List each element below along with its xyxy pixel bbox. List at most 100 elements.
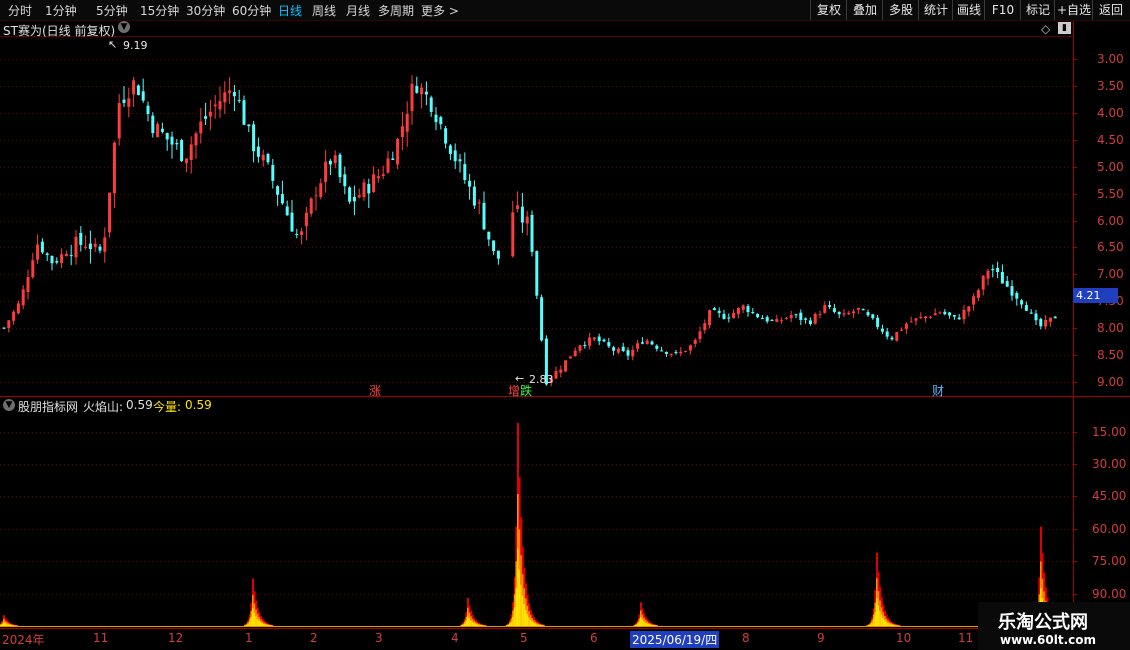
candle-body [189, 144, 193, 161]
low-price-label: 2.83 [529, 373, 554, 386]
candle-body [712, 308, 716, 311]
candle-body [463, 164, 467, 181]
candle-body [904, 323, 908, 329]
indicator-line2-value: 0.59 [185, 398, 212, 412]
candle-body [391, 158, 395, 160]
panel-frames [0, 21, 1130, 629]
x-label-6: 6 [590, 631, 598, 645]
candle-body [424, 91, 428, 95]
candle-body [928, 316, 932, 318]
x-label-3: 3 [375, 631, 383, 645]
candle-body [525, 216, 529, 224]
candle-body [271, 164, 275, 181]
candle-body [890, 337, 894, 340]
candle-body [314, 195, 318, 197]
candle-body [429, 97, 433, 112]
candle-body [213, 104, 217, 107]
candle-body [664, 351, 668, 354]
main-y-tick: 8.00 [1097, 320, 1124, 335]
candle-body [237, 100, 241, 102]
candle-body [1039, 318, 1043, 327]
candle-body [352, 196, 356, 202]
candle-body [559, 369, 563, 373]
candle-body [511, 212, 515, 257]
candle-body [141, 91, 145, 101]
candle-body [535, 251, 539, 296]
candle-body [170, 136, 174, 145]
x-label-8: 8 [742, 631, 750, 645]
candle-body [741, 305, 745, 310]
candle-body [132, 80, 136, 95]
candle-body [55, 261, 59, 263]
candle-body [909, 321, 913, 323]
candle-body [856, 307, 860, 310]
candle-body [477, 202, 481, 204]
candle-body [381, 174, 385, 176]
candle-body [16, 303, 20, 314]
candle-body [468, 180, 472, 187]
candle-body [1029, 312, 1033, 314]
candle-body [2, 327, 6, 329]
candle-body [439, 117, 443, 125]
high-price-label: 9.19 [123, 39, 148, 52]
candle-body [357, 195, 361, 198]
candle-body [832, 308, 836, 312]
candle-body [324, 161, 328, 182]
candle-body [914, 318, 918, 321]
collapse-icon[interactable]: ▼ [3, 399, 15, 411]
candle-body [136, 85, 140, 96]
candle-body [760, 318, 764, 320]
indicator-y-tick: 15.00 [1092, 424, 1127, 439]
event-marker-add[interactable]: 增 [508, 382, 520, 399]
main-y-tick: 4.50 [1097, 132, 1124, 147]
candle-body [684, 351, 688, 353]
candle-body [1010, 286, 1014, 296]
indicator-grid [0, 432, 1077, 595]
candle-body [842, 313, 846, 315]
candle-body [799, 312, 803, 321]
candle-body [285, 206, 289, 216]
candle-body [919, 316, 923, 318]
current-price-badge: 4.21 [1073, 288, 1118, 303]
main-y-tick: 3.00 [1097, 51, 1124, 66]
main-y-tick: 9.00 [1097, 374, 1124, 389]
event-marker-rise[interactable]: 涨 [369, 382, 381, 399]
candle-body [900, 329, 904, 331]
candle-body [722, 313, 726, 319]
candle-body [540, 297, 544, 341]
candle-body [458, 159, 462, 162]
candle-body [986, 270, 990, 279]
indicator-y-tick: 30.00 [1092, 456, 1127, 471]
candle-body [972, 296, 976, 305]
event-marker-fall[interactable]: 跌 [520, 382, 532, 399]
candle-body [636, 343, 640, 349]
diamond-icon[interactable]: ◇ [1041, 22, 1050, 36]
indicator-y-tick: 45.00 [1092, 488, 1127, 503]
candle-body [348, 187, 352, 202]
main-y-tick: 5.50 [1097, 186, 1124, 201]
candle-body [669, 353, 673, 355]
candle-body [847, 312, 851, 315]
candle-body [708, 310, 712, 326]
indicator-title: 股朋指标网 [18, 400, 79, 414]
main-y-tick: 7.00 [1097, 266, 1124, 281]
candle-body [21, 289, 25, 306]
candle-body [376, 176, 380, 179]
candle-body [280, 194, 284, 204]
candle-body [717, 310, 721, 313]
event-marker-finance[interactable]: 财 [932, 382, 944, 399]
panel-toggle-icon[interactable]: ▮ [1058, 22, 1071, 34]
candle-body [583, 344, 587, 346]
chevron-down-icon[interactable]: ▼ [118, 21, 130, 33]
candle-body [444, 128, 448, 144]
candle-body [1015, 292, 1019, 299]
candle-body [948, 312, 952, 316]
candle-body [160, 128, 164, 132]
candle-body [386, 158, 390, 173]
x-label-2: 2 [310, 631, 318, 645]
candle-body [520, 206, 524, 223]
candle-body [26, 276, 30, 293]
chart-canvas[interactable] [0, 0, 1130, 650]
candle-body [861, 309, 865, 311]
x-label-10: 10 [896, 631, 912, 645]
